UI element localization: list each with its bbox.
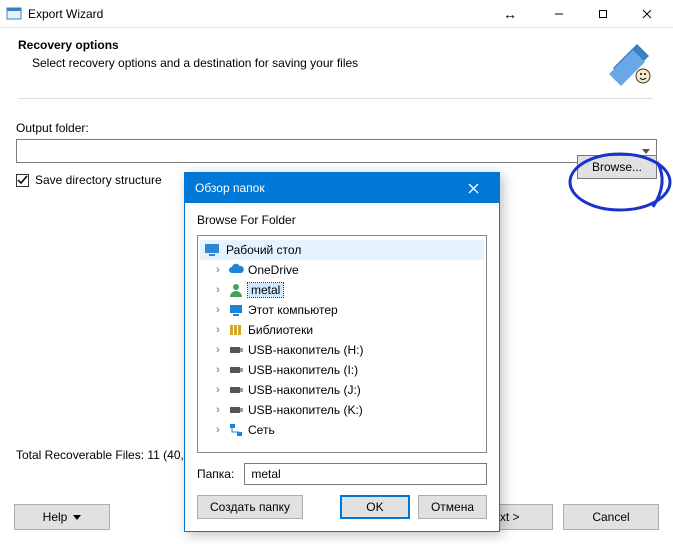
tree-item-label: OneDrive xyxy=(248,263,299,277)
output-folder-combo[interactable] xyxy=(16,139,657,163)
create-folder-button[interactable]: Создать папку xyxy=(197,495,303,519)
lib-icon xyxy=(228,322,244,338)
desktop-icon xyxy=(204,242,220,258)
folder-tree[interactable]: Рабочий стол › OneDrive › metal › Этот компью… xyxy=(197,235,487,453)
chevron-down-icon xyxy=(73,515,81,520)
folder-field-label: Папка: xyxy=(197,467,234,481)
save-dir-structure-label: Save directory structure xyxy=(35,173,162,187)
chevron-right-icon[interactable]: › xyxy=(212,404,224,416)
tree-item[interactable]: › USB-накопитель (J:) xyxy=(200,380,484,400)
tree-item[interactable]: › Сеть xyxy=(200,420,484,440)
save-dir-structure-checkbox[interactable] xyxy=(16,174,29,187)
tree-item-label: metal xyxy=(251,283,280,297)
tree-item[interactable]: › metal xyxy=(200,280,484,300)
app-icon xyxy=(6,6,22,22)
chevron-right-icon[interactable]: › xyxy=(212,304,224,316)
cancel-button-label: Cancel xyxy=(592,510,629,524)
tree-item-label: Этот компьютер xyxy=(248,303,338,317)
titlebar: Export Wizard ↔ xyxy=(0,0,673,28)
heading-icon xyxy=(605,38,653,86)
usb-icon xyxy=(228,342,244,358)
chevron-right-icon[interactable]: › xyxy=(212,264,224,276)
net-icon xyxy=(228,422,244,438)
pc-icon xyxy=(228,302,244,318)
tree-item[interactable]: › USB-накопитель (I:) xyxy=(200,360,484,380)
cloud-icon xyxy=(228,262,244,278)
tree-item-label: Библиотеки xyxy=(248,323,313,337)
tree-item-label: Сеть xyxy=(248,423,275,437)
cancel-button[interactable]: Cancel xyxy=(563,504,659,530)
page-subtitle: Select recovery options and a destinatio… xyxy=(32,56,595,70)
tree-item-label: USB-накопитель (H:) xyxy=(248,343,363,357)
chevron-right-icon[interactable]: › xyxy=(212,364,224,376)
close-button[interactable] xyxy=(625,0,669,28)
help-button-label: Help xyxy=(43,510,68,524)
tree-item[interactable]: › OneDrive xyxy=(200,260,484,280)
chevron-right-icon[interactable]: › xyxy=(212,384,224,396)
ok-button[interactable]: OK xyxy=(340,495,410,519)
browse-button[interactable]: Browse... xyxy=(577,155,657,179)
output-folder-label: Output folder: xyxy=(16,121,657,135)
usb-icon xyxy=(228,362,244,378)
chevron-right-icon[interactable]: › xyxy=(212,284,224,296)
tree-item[interactable]: › Этот компьютер xyxy=(200,300,484,320)
chevron-right-icon[interactable]: › xyxy=(212,344,224,356)
browse-folder-dialog: Обзор папок Browse For Folder Рабочий ст… xyxy=(184,172,500,532)
window-title: Export Wizard xyxy=(28,7,103,21)
heading-area: Recovery options Select recovery options… xyxy=(0,28,673,107)
tree-root[interactable]: Рабочий стол xyxy=(200,240,484,260)
dialog-title: Обзор папок xyxy=(195,181,453,195)
tree-item-label: USB-накопитель (I:) xyxy=(248,363,358,377)
help-button[interactable]: Help xyxy=(14,504,110,530)
usb-icon xyxy=(228,382,244,398)
dialog-cancel-button[interactable]: Отмена xyxy=(418,495,487,519)
chevron-right-icon[interactable]: › xyxy=(212,424,224,436)
maximize-button[interactable] xyxy=(581,0,625,28)
tree-root-label: Рабочий стол xyxy=(226,243,301,257)
dialog-close-button[interactable] xyxy=(453,173,493,203)
window-extra-icon: ↔ xyxy=(485,6,537,22)
tree-item[interactable]: › USB-накопитель (H:) xyxy=(200,340,484,360)
tree-item-label: USB-накопитель (K:) xyxy=(248,403,363,417)
tree-item[interactable]: › Библиотеки xyxy=(200,320,484,340)
minimize-button[interactable] xyxy=(537,0,581,28)
user-icon xyxy=(228,282,244,298)
tree-item-label: USB-накопитель (J:) xyxy=(248,383,361,397)
tree-item[interactable]: › USB-накопитель (K:) xyxy=(200,400,484,420)
chevron-right-icon[interactable]: › xyxy=(212,324,224,336)
folder-field-input[interactable] xyxy=(244,463,487,485)
page-title: Recovery options xyxy=(18,38,595,52)
dialog-subtitle: Browse For Folder xyxy=(185,203,499,235)
usb-icon xyxy=(228,402,244,418)
